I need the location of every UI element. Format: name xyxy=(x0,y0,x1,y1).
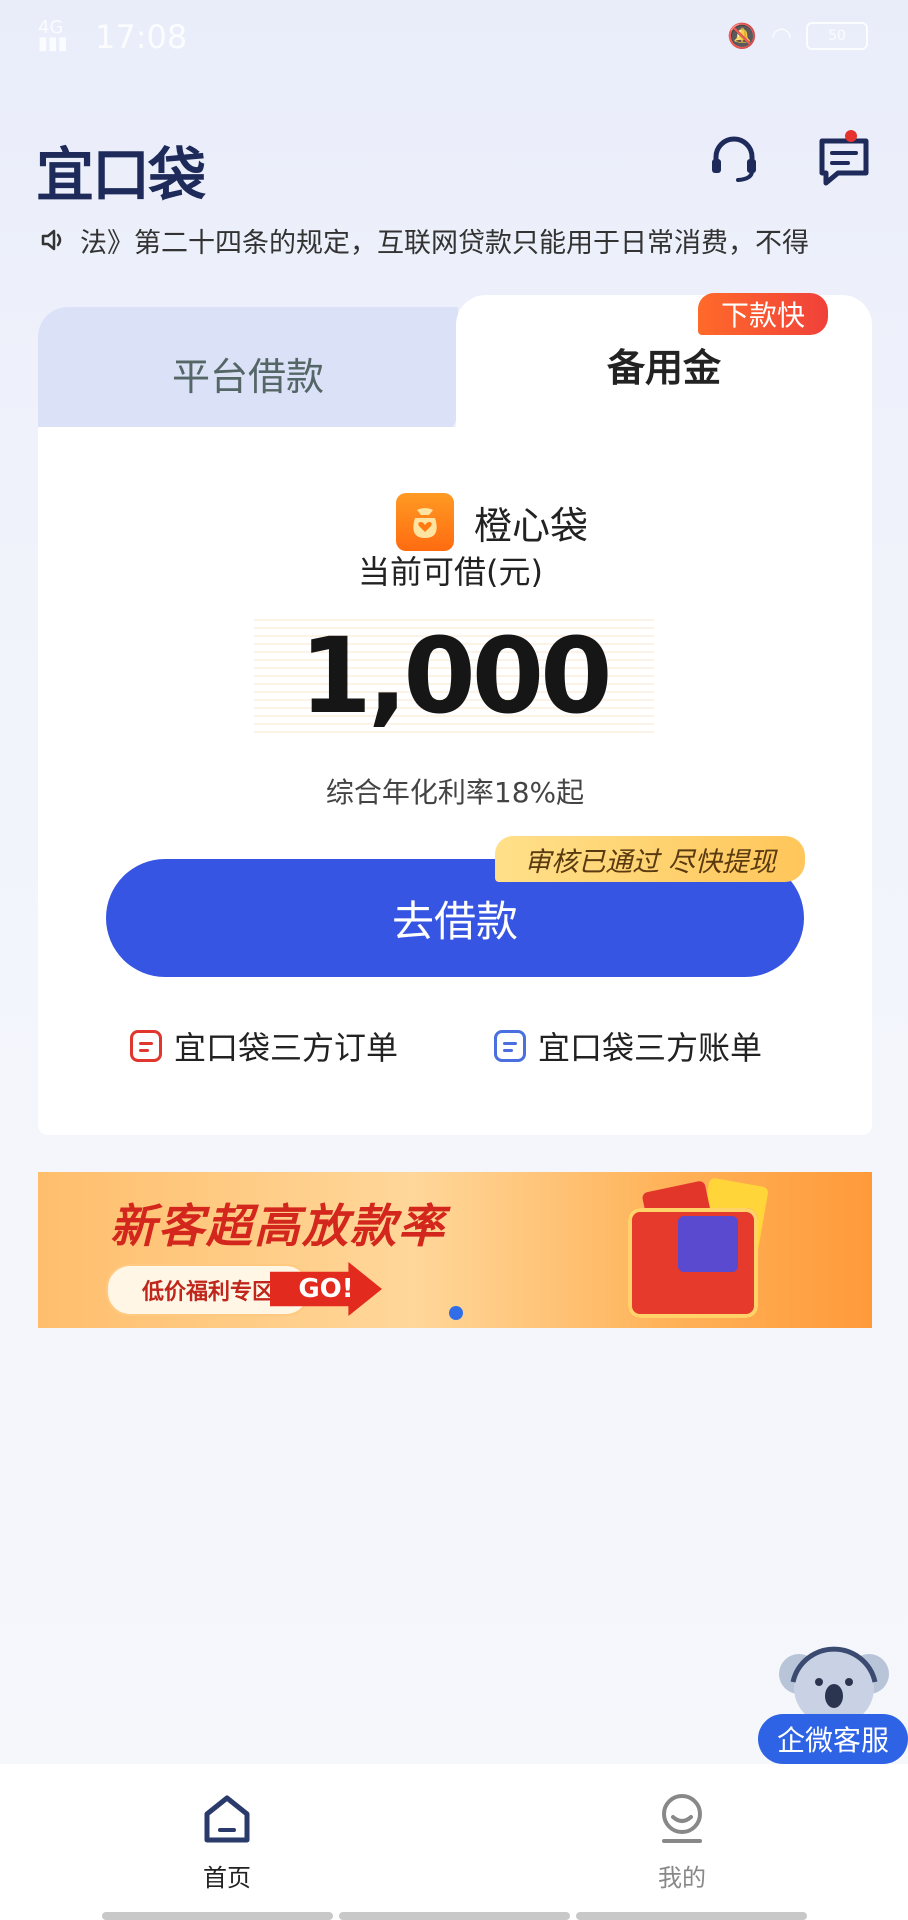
mute-icon: 🔕 xyxy=(727,22,758,50)
notice-marquee[interactable]: 法》第二十四条的规定，互联网贷款只能用于日常消费，不得 xyxy=(40,218,870,262)
home-icon xyxy=(204,1795,250,1843)
battery-icon: 50 xyxy=(806,22,868,50)
banner-coupon-decoration xyxy=(678,1216,738,1272)
bottom-nav: 首页 我的 xyxy=(0,1764,908,1920)
third-party-bills-link[interactable]: 宜口袋三方账单 xyxy=(494,1023,762,1069)
app-logo: 宜口袋 xyxy=(36,141,206,209)
banner-title: 新客超高放款率 xyxy=(110,1199,446,1253)
status-time: 17:08 xyxy=(95,18,188,56)
notice-text: 法》第二十四条的规定，互联网贷款只能用于日常消费，不得 xyxy=(80,227,809,259)
third-party-orders-link[interactable]: 宜口袋三方订单 xyxy=(130,1023,398,1069)
approved-tag: 审核已通过 尽快提现 xyxy=(495,836,805,882)
carousel-indicator xyxy=(449,1306,463,1320)
available-amount: 1,000 xyxy=(299,615,613,737)
nav-mine[interactable]: 我的 xyxy=(622,1794,742,1893)
status-bar: 4G ▮▮▮ 17:08 🔕 ◠ 50 xyxy=(0,0,908,72)
nav-home[interactable]: 首页 xyxy=(167,1794,287,1893)
tab-platform-label: 平台借款 xyxy=(171,355,324,399)
speaker-icon xyxy=(41,229,62,251)
nav-mine-label: 我的 xyxy=(658,1864,706,1892)
headset-icon[interactable] xyxy=(708,133,760,185)
system-gesture-bar xyxy=(102,1912,807,1920)
unread-dot xyxy=(845,130,857,142)
order-doc-icon xyxy=(130,1030,162,1062)
product-bag-icon xyxy=(396,493,454,551)
orders-link-label: 宜口袋三方订单 xyxy=(174,1029,399,1067)
rate-text: 综合年化利率18%起 xyxy=(325,776,585,809)
wecom-service-button[interactable]: 企微客服 xyxy=(758,1714,908,1764)
loan-card: 平台借款 备用金 下款快 橙心袋 当前可借(元) 1,000 综合年化利率18%… xyxy=(38,293,872,1135)
nav-home-label: 首页 xyxy=(203,1864,251,1892)
bills-link-label: 宜口袋三方账单 xyxy=(538,1029,763,1067)
profile-icon xyxy=(662,1794,702,1843)
fast-badge: 下款快 xyxy=(698,293,828,335)
promo-banner[interactable]: 新客超高放款率 低价福利专区 GO! xyxy=(38,1172,872,1328)
message-icon[interactable] xyxy=(816,133,872,189)
wifi-icon: ◠ xyxy=(771,22,792,50)
available-label: 当前可借(元) xyxy=(358,553,543,591)
tab-reserve-label: 备用金 xyxy=(606,346,721,390)
signal-icon: 4G ▮▮▮ xyxy=(38,17,68,54)
bill-doc-icon xyxy=(494,1030,526,1062)
product-name: 橙心袋 xyxy=(474,504,589,548)
tab-platform-loan[interactable]: 平台借款 xyxy=(38,307,458,440)
